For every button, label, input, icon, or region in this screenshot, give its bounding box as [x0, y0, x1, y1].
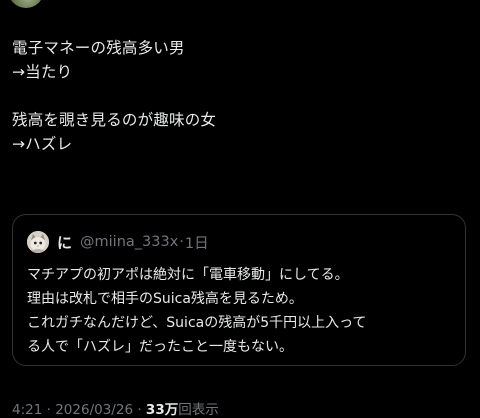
post-line-gap [12, 84, 468, 108]
post-line: →当たり [12, 63, 73, 81]
quoted-timestamp[interactable]: 1日 [185, 232, 209, 253]
post-line: →ハズレ [12, 135, 73, 153]
meta-separator: · [46, 402, 51, 418]
header-separator: · [179, 234, 184, 250]
cat-avatar-icon [27, 231, 49, 253]
quoted-post-header: に @miina_333x · 1日 [27, 231, 209, 253]
post-date[interactable]: 2026/03/26 [55, 402, 133, 418]
author-avatar[interactable] [8, 0, 44, 8]
post-detail-view: 電子マネーの残高多い男 →当たり 残高を覗き見るのが趣味の女 →ハズレ に @m… [0, 0, 480, 418]
post-text: 電子マネーの残高多い男 →当たり 残高を覗き見るのが趣味の女 →ハズレ [12, 36, 468, 156]
quoted-post-card[interactable]: に @miina_333x · 1日 マチアプの初アポは絶対に「電車移動」にして… [12, 214, 466, 366]
view-count[interactable]: 33万 [146, 402, 178, 418]
quoted-handle[interactable]: @miina_333x [80, 234, 178, 250]
quoted-post-text: マチアプの初アポは絶対に「電車移動」にしてる。 理由は改札で相手のSuica残高… [27, 263, 457, 359]
post-line: 電子マネーの残高多い男 [12, 39, 185, 57]
post-time[interactable]: 4:21 [12, 402, 42, 418]
quoted-author-avatar[interactable] [27, 231, 49, 253]
meta-separator: · [137, 402, 142, 418]
quoted-display-name[interactable]: に [57, 232, 72, 253]
post-line: 残高を覗き見るのが趣味の女 [12, 111, 217, 129]
quoted-line: 理由は改札で相手のSuica残高を見るため。 [27, 291, 303, 307]
view-count-label: 回表示 [178, 402, 219, 418]
quoted-line: マチアプの初アポは絶対に「電車移動」にしてる。 [27, 267, 349, 283]
quoted-line: これガチなんだけど、Suicaの残高が5千円以上入って [27, 315, 367, 331]
post-metadata: 4:21 · 2026/03/26 · 33万回表示 [12, 398, 219, 418]
quoted-line: る人で「ハズレ」だったこと一度もない。 [27, 339, 293, 355]
